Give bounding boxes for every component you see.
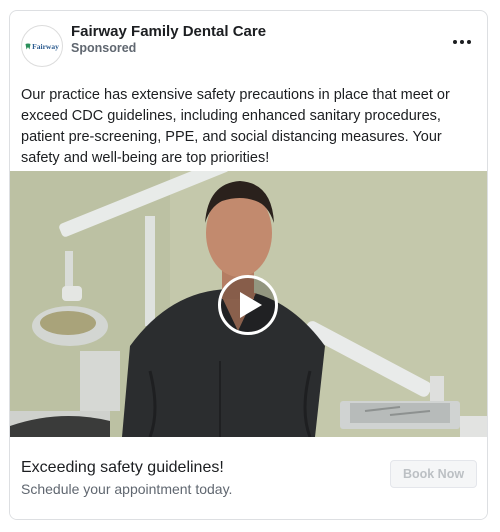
sponsored-label[interactable]: Sponsored <box>71 41 136 55</box>
play-button[interactable] <box>218 275 278 335</box>
ad-headline[interactable]: Exceeding safety guidelines! <box>21 459 224 477</box>
more-options-button[interactable] <box>453 37 471 47</box>
post-header: Fairway Fairway Family Dental Care Spons… <box>10 11 487 81</box>
more-horizontal-icon <box>453 40 457 44</box>
ad-description[interactable]: Schedule your appointment today. <box>21 481 232 497</box>
fairway-logo: Fairway <box>25 42 59 51</box>
play-icon <box>240 292 262 318</box>
book-now-button[interactable]: Book Now <box>390 460 477 488</box>
ad-card: Fairway Fairway Family Dental Care Spons… <box>9 10 488 520</box>
ad-footer: Exceeding safety guidelines! Schedule yo… <box>10 437 487 519</box>
tooth-icon <box>25 43 31 49</box>
post-body-text: Our practice has extensive safety precau… <box>21 87 450 166</box>
page-avatar[interactable]: Fairway <box>21 25 63 67</box>
page-name[interactable]: Fairway Family Dental Care <box>71 23 266 40</box>
more-dot <box>467 40 471 44</box>
logo-text: Fairway <box>32 41 59 51</box>
more-dot <box>460 40 464 44</box>
video-player[interactable] <box>10 171 487 437</box>
